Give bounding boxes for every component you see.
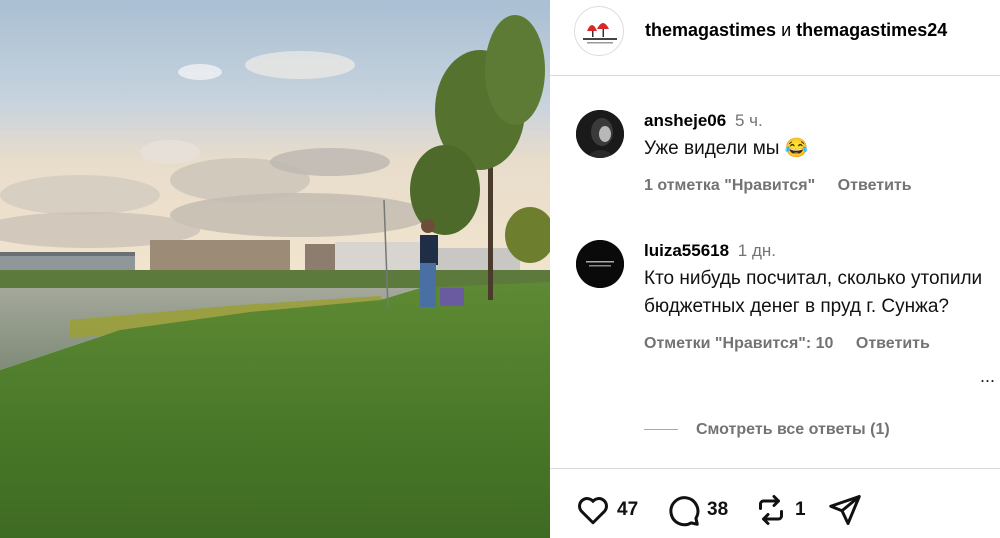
- comment-action[interactable]: 38: [665, 488, 728, 532]
- reply-button[interactable]: Ответить: [856, 335, 930, 352]
- comment-item: ansheje06 5 ч. Уже видели мы 😂 1 отметка…: [576, 110, 1000, 210]
- likes-count: 47: [617, 499, 639, 520]
- post-authors: themagastimes и themagastimes24: [645, 20, 947, 41]
- comment-likes[interactable]: Отметки "Нравится": 10: [644, 335, 833, 352]
- comments-count: 38: [707, 499, 729, 520]
- avatar[interactable]: [576, 110, 624, 158]
- post-panel: themagastimes и themagastimes24 ansheje0…: [550, 0, 1000, 538]
- comment-item: luiza55618 1 дн. Кто нибудь посчитал, ск…: [576, 240, 1000, 390]
- share-action[interactable]: [827, 488, 863, 532]
- view-replies-button[interactable]: Смотреть все ответы (1): [644, 421, 890, 439]
- comment-username[interactable]: luiza55618: [644, 241, 729, 260]
- comment-likes[interactable]: 1 отметка "Нравится": [644, 177, 815, 194]
- comment-text: Уже видели мы 😂: [644, 138, 809, 159]
- comment-time: 5 ч.: [734, 111, 763, 130]
- view-replies-label: Смотреть все ответы (1): [696, 421, 890, 438]
- comment-time: 1 дн.: [737, 241, 777, 260]
- landscape-image: [0, 0, 550, 538]
- header-divider: [550, 75, 1000, 76]
- comment-icon[interactable]: [665, 492, 701, 528]
- post-header: themagastimes и themagastimes24: [550, 0, 1000, 62]
- reposts-count: 1: [795, 499, 806, 520]
- actions-divider: [550, 468, 1000, 469]
- heart-icon[interactable]: [575, 492, 611, 528]
- repost-action[interactable]: 1: [753, 488, 806, 532]
- avatar[interactable]: [576, 240, 624, 288]
- comment-username[interactable]: ansheje06: [644, 111, 726, 130]
- author-username-1[interactable]: themagastimes: [645, 20, 776, 40]
- post-actions: 47 38 1: [575, 488, 995, 532]
- reply-button[interactable]: Ответить: [838, 177, 912, 194]
- author-username-2[interactable]: themagastimes24: [796, 20, 947, 40]
- share-icon[interactable]: [827, 492, 863, 528]
- repost-icon[interactable]: [753, 492, 789, 528]
- post-photo[interactable]: [0, 0, 550, 538]
- comment-text: Кто нибудь посчитал, сколько утопили бюд…: [644, 268, 983, 317]
- more-options-icon[interactable]: ...: [980, 366, 995, 387]
- themagastimes-logo-icon[interactable]: [574, 6, 624, 56]
- replies-line: [644, 429, 678, 431]
- like-action[interactable]: 47: [575, 488, 638, 532]
- authors-joiner: и: [781, 20, 792, 40]
